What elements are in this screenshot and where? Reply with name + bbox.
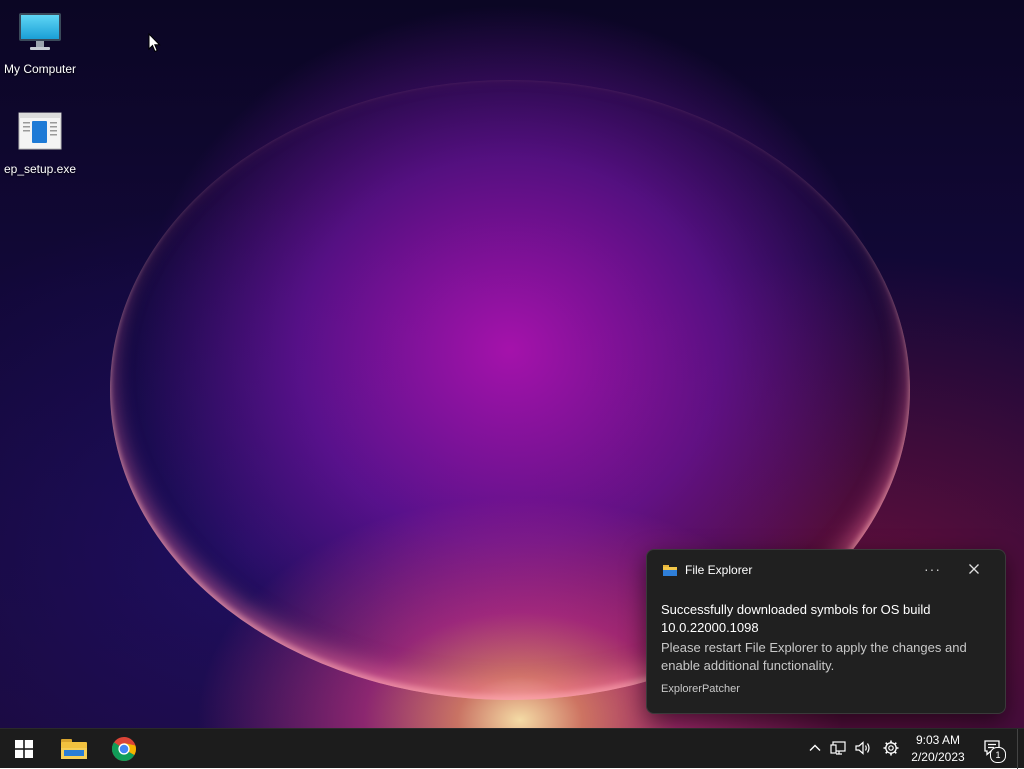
desktop-icon-label: ep_setup.exe [3, 162, 77, 176]
toast-attribution: ExplorerPatcher [661, 683, 740, 695]
action-center-button[interactable]: 1 [980, 737, 1006, 763]
clock-date: 2/20/2023 [911, 750, 965, 764]
close-icon[interactable] [967, 562, 981, 576]
show-desktop-button[interactable] [1017, 729, 1024, 769]
toast-message: Please restart File Explorer to apply th… [661, 640, 967, 673]
desktop[interactable]: My Computer ep_setup.exe File Explorer ·… [0, 0, 1024, 728]
chrome-icon [111, 737, 136, 762]
toast-title: Successfully downloaded symbols for OS b… [661, 602, 931, 635]
taskbar: 9:03 AM 2/20/2023 1 [0, 728, 1024, 769]
toast-header: File Explorer ··· [661, 561, 993, 580]
windows-logo-icon [15, 740, 33, 758]
mouse-cursor-icon [148, 33, 161, 53]
volume-icon[interactable] [854, 739, 872, 757]
toast-notification[interactable]: File Explorer ··· Successfully downloade… [646, 549, 1006, 714]
chevron-up-icon[interactable] [806, 739, 824, 757]
desktop-icon-label: My Computer [3, 62, 77, 76]
toast-body: Successfully downloaded symbols for OS b… [661, 601, 991, 695]
more-options-button[interactable]: ··· [924, 561, 941, 577]
taskbar-chrome-button[interactable] [100, 729, 148, 769]
folder-icon [61, 739, 87, 759]
notification-count-badge: 1 [990, 747, 1006, 763]
desktop-icon-ep-setup[interactable]: ep_setup.exe [0, 110, 80, 176]
clock-time: 9:03 AM [915, 733, 961, 747]
monitor-icon [16, 10, 64, 58]
installer-icon [16, 110, 64, 158]
taskbar-file-explorer-button[interactable] [50, 729, 98, 769]
settings-gear-icon[interactable] [882, 739, 900, 757]
start-button[interactable] [0, 729, 48, 769]
toast-app-name: File Explorer [685, 563, 753, 577]
network-icon[interactable] [830, 739, 848, 757]
taskbar-clock[interactable]: 9:03 AM 2/20/2023 [904, 732, 972, 766]
folder-icon [663, 565, 677, 576]
desktop-icon-my-computer[interactable]: My Computer [0, 10, 80, 76]
